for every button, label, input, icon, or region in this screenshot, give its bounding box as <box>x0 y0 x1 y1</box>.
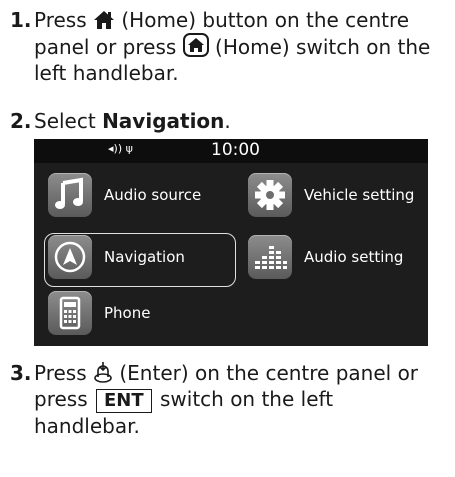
navigation-keyword: Navigation <box>102 109 225 133</box>
enter-icon <box>94 362 112 383</box>
gear-icon <box>248 173 292 217</box>
menu-item-audio-setting[interactable]: Audio setting <box>248 235 424 283</box>
menu-item-label: Audio setting <box>304 248 404 266</box>
equalizer-icon <box>248 235 292 279</box>
step-text: Press (Enter) on the centre panel or pre… <box>34 361 419 438</box>
step-text: Press (Home) button on the centre panel … <box>34 8 431 85</box>
step-text: Select Navigation. <box>34 109 231 133</box>
menu-item-label: Phone <box>104 304 151 322</box>
music-note-icon <box>48 173 92 217</box>
menu-item-phone[interactable]: Phone <box>48 291 238 339</box>
menu-item-label: Navigation <box>104 248 185 266</box>
step-number: 3. <box>10 361 32 385</box>
clock: 10:00 <box>211 140 260 160</box>
ent-key: ENT <box>95 389 152 413</box>
menu-item-audio-source[interactable]: Audio source <box>48 173 238 221</box>
home-switch-icon <box>182 33 209 57</box>
step-number: 2. <box>10 109 32 133</box>
navigation-arrow-icon <box>48 235 92 279</box>
display-screen: ◂)) ψ 10:00 Audio source Vehicle setting… <box>34 139 428 346</box>
step-number: 1. <box>10 8 32 32</box>
status-icons: ◂)) ψ <box>108 142 133 155</box>
phone-icon <box>48 291 92 335</box>
menu-item-label: Audio source <box>104 186 202 204</box>
menu-item-label: Vehicle setting <box>304 186 415 204</box>
home-icon <box>94 11 114 29</box>
status-bar: ◂)) ψ 10:00 <box>34 139 428 163</box>
menu-item-vehicle-setting[interactable]: Vehicle setting <box>248 173 424 221</box>
menu-item-navigation[interactable]: Navigation <box>48 235 238 283</box>
